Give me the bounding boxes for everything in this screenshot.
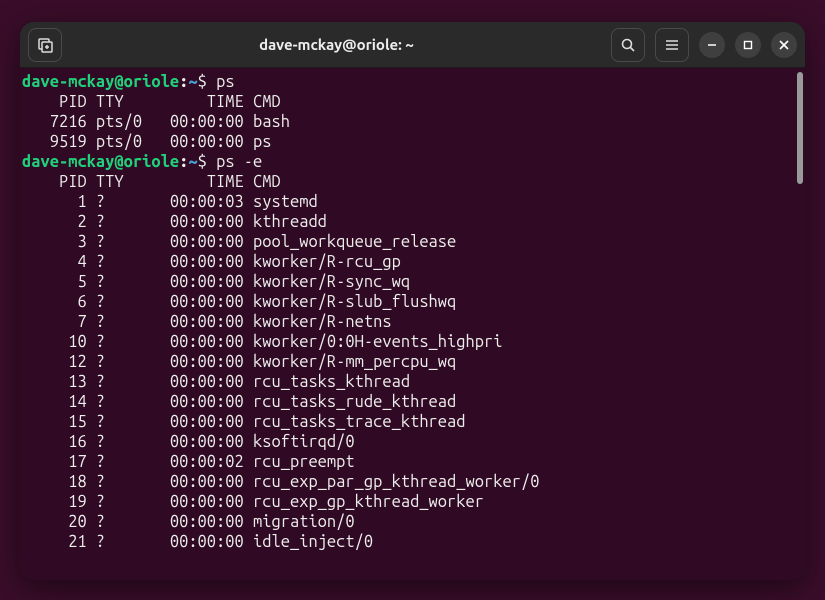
process-row: 14 ? 00:00:00 rcu_tasks_rude_kthread — [22, 392, 805, 412]
terminal-window: dave-mckay@oriole: ~ — [20, 22, 805, 580]
search-button[interactable] — [611, 28, 645, 62]
process-row: 3 ? 00:00:00 pool_workqueue_release — [22, 232, 805, 252]
command-text: ps -e — [216, 153, 262, 171]
scrollbar-thumb[interactable] — [797, 72, 803, 184]
close-button[interactable] — [771, 32, 797, 58]
ps-header: PID TTY TIME CMD — [22, 92, 805, 112]
process-row: 9519 pts/0 00:00:00 ps — [22, 132, 805, 152]
process-row: 7216 pts/0 00:00:00 bash — [22, 112, 805, 132]
minimize-icon — [707, 40, 717, 50]
process-row: 16 ? 00:00:00 ksoftirqd/0 — [22, 432, 805, 452]
hamburger-icon — [664, 37, 680, 53]
process-row: 17 ? 00:00:02 rcu_preempt — [22, 452, 805, 472]
maximize-icon — [743, 40, 753, 50]
process-row: 7 ? 00:00:00 kworker/R-netns — [22, 312, 805, 332]
process-row: 19 ? 00:00:00 rcu_exp_gp_kthread_worker — [22, 492, 805, 512]
minimize-button[interactable] — [699, 32, 725, 58]
process-row: 20 ? 00:00:00 migration/0 — [22, 512, 805, 532]
maximize-button[interactable] — [735, 32, 761, 58]
terminal-body[interactable]: dave-mckay@oriole:~$ ps PID TTY TIME CMD… — [20, 68, 805, 580]
process-row: 1 ? 00:00:03 systemd — [22, 192, 805, 212]
process-row: 4 ? 00:00:00 kworker/R-rcu_gp — [22, 252, 805, 272]
prompt-line: dave-mckay@oriole:~$ ps -e — [22, 152, 805, 172]
command-text: ps — [216, 73, 234, 91]
ps-header: PID TTY TIME CMD — [22, 172, 805, 192]
prompt-path: ~ — [188, 153, 197, 171]
window-title: dave-mckay@oriole: ~ — [70, 36, 603, 53]
process-row: 13 ? 00:00:00 rcu_tasks_kthread — [22, 372, 805, 392]
process-row: 21 ? 00:00:00 idle_inject/0 — [22, 532, 805, 552]
new-tab-button[interactable] — [28, 28, 62, 62]
process-row: 5 ? 00:00:00 kworker/R-sync_wq — [22, 272, 805, 292]
titlebar: dave-mckay@oriole: ~ — [20, 22, 805, 68]
menu-button[interactable] — [655, 28, 689, 62]
process-row: 15 ? 00:00:00 rcu_tasks_trace_kthread — [22, 412, 805, 432]
new-tab-icon — [37, 37, 53, 53]
close-icon — [779, 40, 789, 50]
prompt-line: dave-mckay@oriole:~$ ps — [22, 72, 805, 92]
process-row: 12 ? 00:00:00 kworker/R-mm_percpu_wq — [22, 352, 805, 372]
process-row: 6 ? 00:00:00 kworker/R-slub_flushwq — [22, 292, 805, 312]
prompt-user: dave-mckay@oriole — [22, 153, 179, 171]
process-row: 2 ? 00:00:00 kthreadd — [22, 212, 805, 232]
prompt-user: dave-mckay@oriole — [22, 73, 179, 91]
prompt-path: ~ — [188, 73, 197, 91]
process-row: 18 ? 00:00:00 rcu_exp_par_gp_kthread_wor… — [22, 472, 805, 492]
process-row: 10 ? 00:00:00 kworker/0:0H-events_highpr… — [22, 332, 805, 352]
search-icon — [620, 37, 636, 53]
